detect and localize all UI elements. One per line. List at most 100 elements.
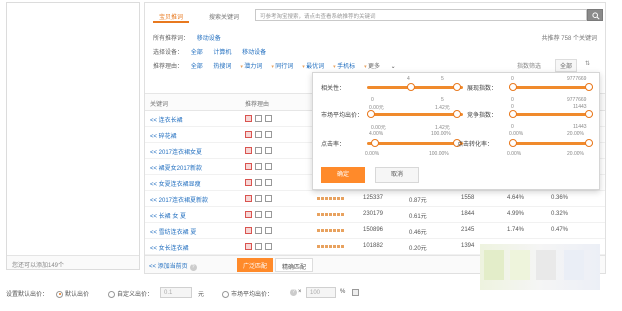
percent-sign: % (340, 289, 346, 295)
radio-selected-icon[interactable] (56, 290, 63, 298)
cvr-min-handle[interactable] (509, 139, 517, 147)
reason-icons (245, 211, 275, 218)
reason-icons (245, 179, 275, 186)
search-button[interactable] (587, 9, 603, 21)
relevance-max-handle[interactable] (453, 83, 461, 91)
keyword-link[interactable]: << 裙夏女2017新款 (150, 163, 202, 172)
pc-icon (265, 195, 272, 202)
keyword-link[interactable]: << 2017连衣裙夏新款 (150, 195, 208, 204)
filter-mobile-device[interactable]: 移动设备 (197, 36, 221, 42)
cell-avg-bid: 0.87元 (409, 198, 427, 204)
reason-icons (245, 163, 275, 170)
reason-mobile[interactable]: 手机标 (337, 64, 355, 70)
keyword-link[interactable]: << 2017连衣裙女夏 (150, 147, 202, 156)
show-index-min-handle[interactable] (509, 83, 517, 91)
sort-icon[interactable]: ⇅ (585, 60, 590, 67)
device-all[interactable]: 全部 (191, 50, 203, 56)
ctr-slider[interactable] (367, 139, 463, 147)
cell-cvr: 0.36% (551, 195, 569, 201)
competition-max-handle[interactable] (585, 110, 593, 118)
relevance-bar (317, 229, 345, 232)
avg-bid-slider[interactable] (367, 110, 463, 118)
add-current-page-link[interactable]: << 添加当前页? (149, 261, 197, 271)
ctr-label: 点击率： (321, 142, 346, 148)
hot-icon (245, 131, 252, 138)
chevron-down-icon: ⌄ (390, 64, 396, 70)
cell-show-index: 125337 (363, 195, 384, 201)
mobile-icon (255, 115, 262, 122)
radio-icon[interactable] (222, 290, 229, 298)
cell-show-index: 101882 (363, 243, 384, 249)
cell-competition: 2145 (461, 227, 475, 233)
cell-cvr: 0.32% (551, 211, 569, 217)
index-filter-label: 指数筛选 (517, 64, 542, 70)
keyword-link[interactable]: << 连衣长裙 (150, 115, 183, 124)
show-index-slider[interactable] (509, 83, 593, 91)
pc-icon (265, 115, 272, 122)
relevance-slider[interactable] (367, 83, 463, 91)
mobile-icon (255, 179, 262, 186)
avg-bid-min-handle[interactable] (367, 110, 375, 118)
custom-bid-input[interactable]: 0.1 (160, 287, 192, 298)
cancel-button[interactable]: 取消 (375, 167, 419, 183)
default-bid-label: 设置默认出价： (6, 292, 49, 298)
competition-slider[interactable] (509, 110, 593, 118)
relevance-bar (317, 245, 345, 248)
competition-min-handle[interactable] (509, 110, 517, 118)
save-icon[interactable] (352, 289, 362, 296)
reason-all[interactable]: 全部 (191, 64, 203, 70)
search-icon (592, 12, 600, 20)
hot-icon (245, 211, 252, 218)
relevance-bar (317, 197, 345, 200)
cell-ctr: 4.99% (507, 211, 525, 217)
header-reason: 推荐理由 (245, 102, 270, 108)
ctr-min-handle[interactable] (371, 139, 379, 147)
search-input[interactable]: 可参考淘宝搜索，请点击查看系统推荐的关键词 (255, 9, 587, 21)
table-row: << 雪纺连衣裙 夏 150896 0.46元 2145 1.74% 0.47% (145, 223, 605, 239)
percent-input[interactable]: 100 (306, 287, 336, 298)
confirm-button[interactable]: 确定 (321, 167, 365, 183)
tab-item-recommend[interactable]: 宝贝推词 (153, 9, 190, 23)
tab-search-keywords[interactable]: 搜索关键词 (203, 9, 245, 23)
keyword-link[interactable]: << 女夏连衣裙显瘦 (150, 179, 201, 188)
mobile-icon (255, 243, 262, 250)
exact-match-tab[interactable]: 精确匹配 (275, 258, 314, 272)
cell-competition: 1394 (461, 243, 475, 249)
reason-best[interactable]: 最优词 (306, 64, 324, 70)
avg-bid-max-handle[interactable] (453, 110, 461, 118)
custom-bid-option[interactable]: 自定义出价： (108, 289, 153, 298)
cell-show-index: 230179 (363, 211, 384, 217)
cell-ctr: 4.64% (507, 195, 525, 201)
reason-peer[interactable]: 同行词 (275, 64, 293, 70)
keyword-link[interactable]: << 雪纺连衣裙 夏 (150, 227, 196, 236)
keyword-link[interactable]: << 女长连衣裙 (150, 243, 189, 252)
hot-icon (245, 147, 252, 154)
reason-potential[interactable]: 潜力词 (244, 64, 262, 70)
reason-hot[interactable]: 热搜词 (213, 64, 231, 70)
filter-recommend: 所有推荐词： 移动设备 (153, 36, 221, 42)
bid-unit: 元 (198, 292, 205, 298)
default-bid-option[interactable]: 默认出价 (56, 289, 89, 298)
cvr-slider[interactable] (509, 139, 593, 147)
cell-avg-bid: 0.61元 (409, 214, 427, 220)
keyword-link[interactable]: << 长裙 女 夏 (150, 211, 186, 220)
hot-icon (245, 195, 252, 202)
relevance-min-handle[interactable] (407, 83, 415, 91)
keyword-link[interactable]: << 碎花裙 (150, 131, 177, 140)
more-button[interactable]: 更多 (368, 64, 380, 70)
device-mobile[interactable]: 移动设备 (242, 50, 266, 56)
header-keyword: 关键词 (150, 102, 169, 108)
show-index-max-handle[interactable] (585, 83, 593, 91)
market-avg-option[interactable]: 市场平均出价： (222, 289, 273, 298)
filter-all-dropdown[interactable]: 全部 (555, 59, 578, 72)
device-computer[interactable]: 计算机 (213, 50, 231, 56)
radio-icon[interactable] (108, 290, 115, 298)
hot-icon (245, 115, 252, 122)
pc-icon (265, 147, 272, 154)
broad-match-tab[interactable]: 广泛匹配 (237, 258, 274, 272)
pc-icon (265, 211, 272, 218)
cvr-max-handle[interactable] (585, 139, 593, 147)
pc-icon (265, 179, 272, 186)
mobile-icon (255, 211, 262, 218)
hot-icon (245, 227, 252, 234)
